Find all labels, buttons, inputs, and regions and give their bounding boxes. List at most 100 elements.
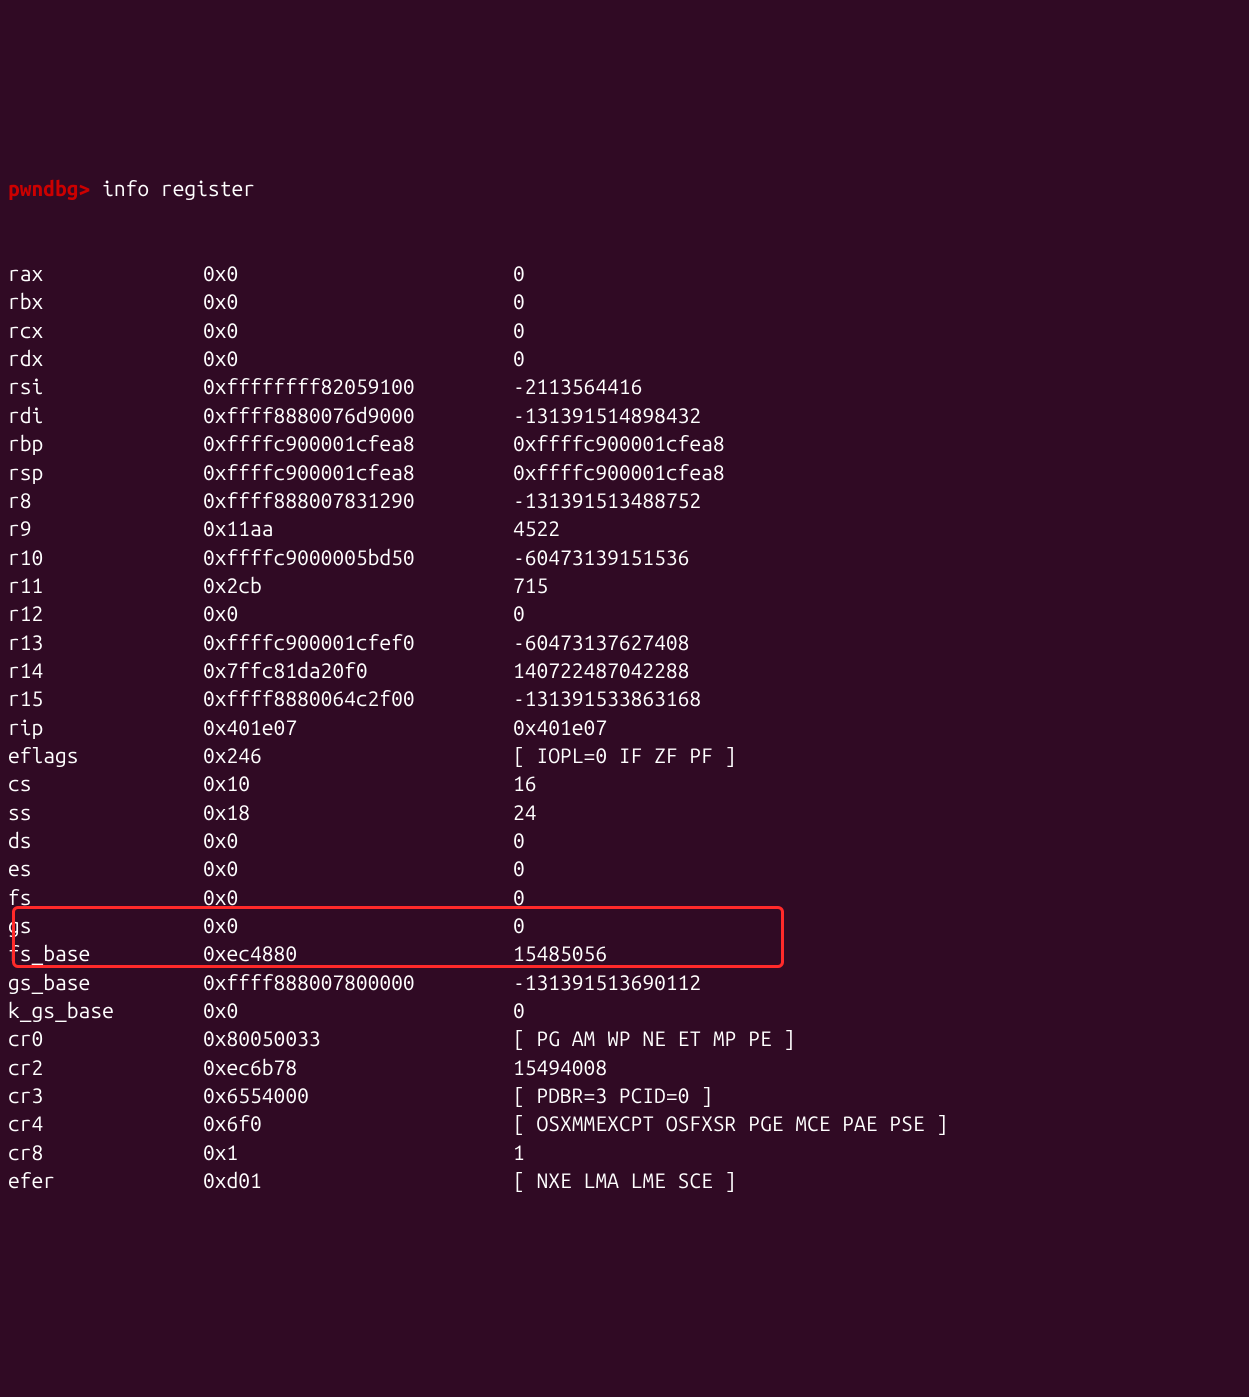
register-dec: -60473139151536 [513,543,1241,571]
register-name: cr2 [8,1053,203,1081]
register-dec: 0xffffc900001cfea8 [513,458,1241,486]
register-row: r140x7ffc81da20f0140722487042288 [8,656,1241,684]
register-dec: 0 [513,316,1241,344]
register-hex: 0x246 [203,741,513,769]
register-row: fs_base0xec488015485056 [8,939,1241,967]
register-name: efer [8,1166,203,1194]
register-row: ss0x1824 [8,798,1241,826]
register-dec: 24 [513,798,1241,826]
register-name: r12 [8,599,203,627]
register-hex: 0x0 [203,316,513,344]
register-row: r120x00 [8,599,1241,627]
register-row: r150xffff8880064c2f00-131391533863168 [8,684,1241,712]
register-dec: 715 [513,571,1241,599]
register-name: rcx [8,316,203,344]
register-hex: 0x6f0 [203,1109,513,1137]
register-row: r80xffff888007831290-131391513488752 [8,486,1241,514]
register-hex: 0xd01 [203,1166,513,1194]
register-name: ss [8,798,203,826]
register-dec: 0 [513,599,1241,627]
register-hex: 0xffff888007831290 [203,486,513,514]
register-name: fs [8,883,203,911]
register-dec: -131391533863168 [513,684,1241,712]
register-list: rax0x00rbx0x00rcx0x00rdx0x00rsi0xfffffff… [8,259,1241,1194]
register-row: rbp0xffffc900001cfea80xffffc900001cfea8 [8,429,1241,457]
register-row: cr30x6554000[ PDBR=3 PCID=0 ] [8,1081,1241,1109]
register-dec: [ OSXMMEXCPT OSFXSR PGE MCE PAE PSE ] [513,1109,1241,1137]
register-name: rdx [8,344,203,372]
register-name: cr4 [8,1109,203,1137]
register-dec: -131391513488752 [513,486,1241,514]
register-hex: 0xec6b78 [203,1053,513,1081]
register-dec: 0 [513,854,1241,882]
register-row: rax0x00 [8,259,1241,287]
register-hex: 0x0 [203,599,513,627]
register-row: cs0x1016 [8,769,1241,797]
register-hex: 0x0 [203,826,513,854]
register-row: rsi0xffffffff82059100-2113564416 [8,372,1241,400]
register-dec: -60473137627408 [513,628,1241,656]
register-dec: 4522 [513,514,1241,542]
command-text: info register [102,176,255,200]
register-name: rsp [8,458,203,486]
register-dec: -131391513690112 [513,968,1241,996]
register-name: r9 [8,514,203,542]
register-row: rsp0xffffc900001cfea80xffffc900001cfea8 [8,458,1241,486]
register-row: ds0x00 [8,826,1241,854]
register-row: gs0x00 [8,911,1241,939]
register-dec: -131391514898432 [513,401,1241,429]
register-hex: 0x1 [203,1138,513,1166]
register-name: eflags [8,741,203,769]
register-dec: 0 [513,259,1241,287]
register-hex: 0x6554000 [203,1081,513,1109]
register-row: es0x00 [8,854,1241,882]
register-hex: 0xffffc900001cfef0 [203,628,513,656]
register-name: gs_base [8,968,203,996]
register-row: cr20xec6b7815494008 [8,1053,1241,1081]
register-name: fs_base [8,939,203,967]
register-row: gs_base0xffff888007800000-13139151369011… [8,968,1241,996]
register-name: r15 [8,684,203,712]
register-name: r14 [8,656,203,684]
register-name: k_gs_base [8,996,203,1024]
register-name: rip [8,713,203,741]
register-dec: 0 [513,883,1241,911]
register-hex: 0xec4880 [203,939,513,967]
register-name: cr0 [8,1024,203,1052]
register-row: k_gs_base0x00 [8,996,1241,1024]
register-dec: 15494008 [513,1053,1241,1081]
register-dec: 0xffffc900001cfea8 [513,429,1241,457]
register-dec: [ PDBR=3 PCID=0 ] [513,1081,1241,1109]
register-dec: 0x401e07 [513,713,1241,741]
register-dec: 0 [513,344,1241,372]
register-name: rbp [8,429,203,457]
register-hex: 0x2cb [203,571,513,599]
register-row: rdi0xffff8880076d9000-131391514898432 [8,401,1241,429]
register-dec: 15485056 [513,939,1241,967]
terminal-output[interactable]: pwndbg> info register rax0x00rbx0x00rcx0… [8,117,1241,1251]
register-row: r130xffffc900001cfef0-60473137627408 [8,628,1241,656]
register-row: rbx0x00 [8,287,1241,315]
register-row: rip0x401e070x401e07 [8,713,1241,741]
register-name: rax [8,259,203,287]
register-dec: 0 [513,911,1241,939]
register-hex: 0xffffc900001cfea8 [203,458,513,486]
register-name: r11 [8,571,203,599]
register-dec: 140722487042288 [513,656,1241,684]
register-dec: 0 [513,287,1241,315]
register-name: r8 [8,486,203,514]
register-row: cr80x11 [8,1138,1241,1166]
register-hex: 0xffffc900001cfea8 [203,429,513,457]
command-line: pwndbg> info register [8,174,1241,202]
prompt: pwndbg> [8,176,90,200]
register-hex: 0x0 [203,259,513,287]
register-row: eflags0x246[ IOPL=0 IF ZF PF ] [8,741,1241,769]
register-dec: -2113564416 [513,372,1241,400]
register-row: efer0xd01[ NXE LMA LME SCE ] [8,1166,1241,1194]
register-hex: 0x10 [203,769,513,797]
register-hex: 0xffffffff82059100 [203,372,513,400]
register-row: r110x2cb715 [8,571,1241,599]
register-row: r100xffffc9000005bd50-60473139151536 [8,543,1241,571]
register-name: r13 [8,628,203,656]
register-dec: 0 [513,826,1241,854]
